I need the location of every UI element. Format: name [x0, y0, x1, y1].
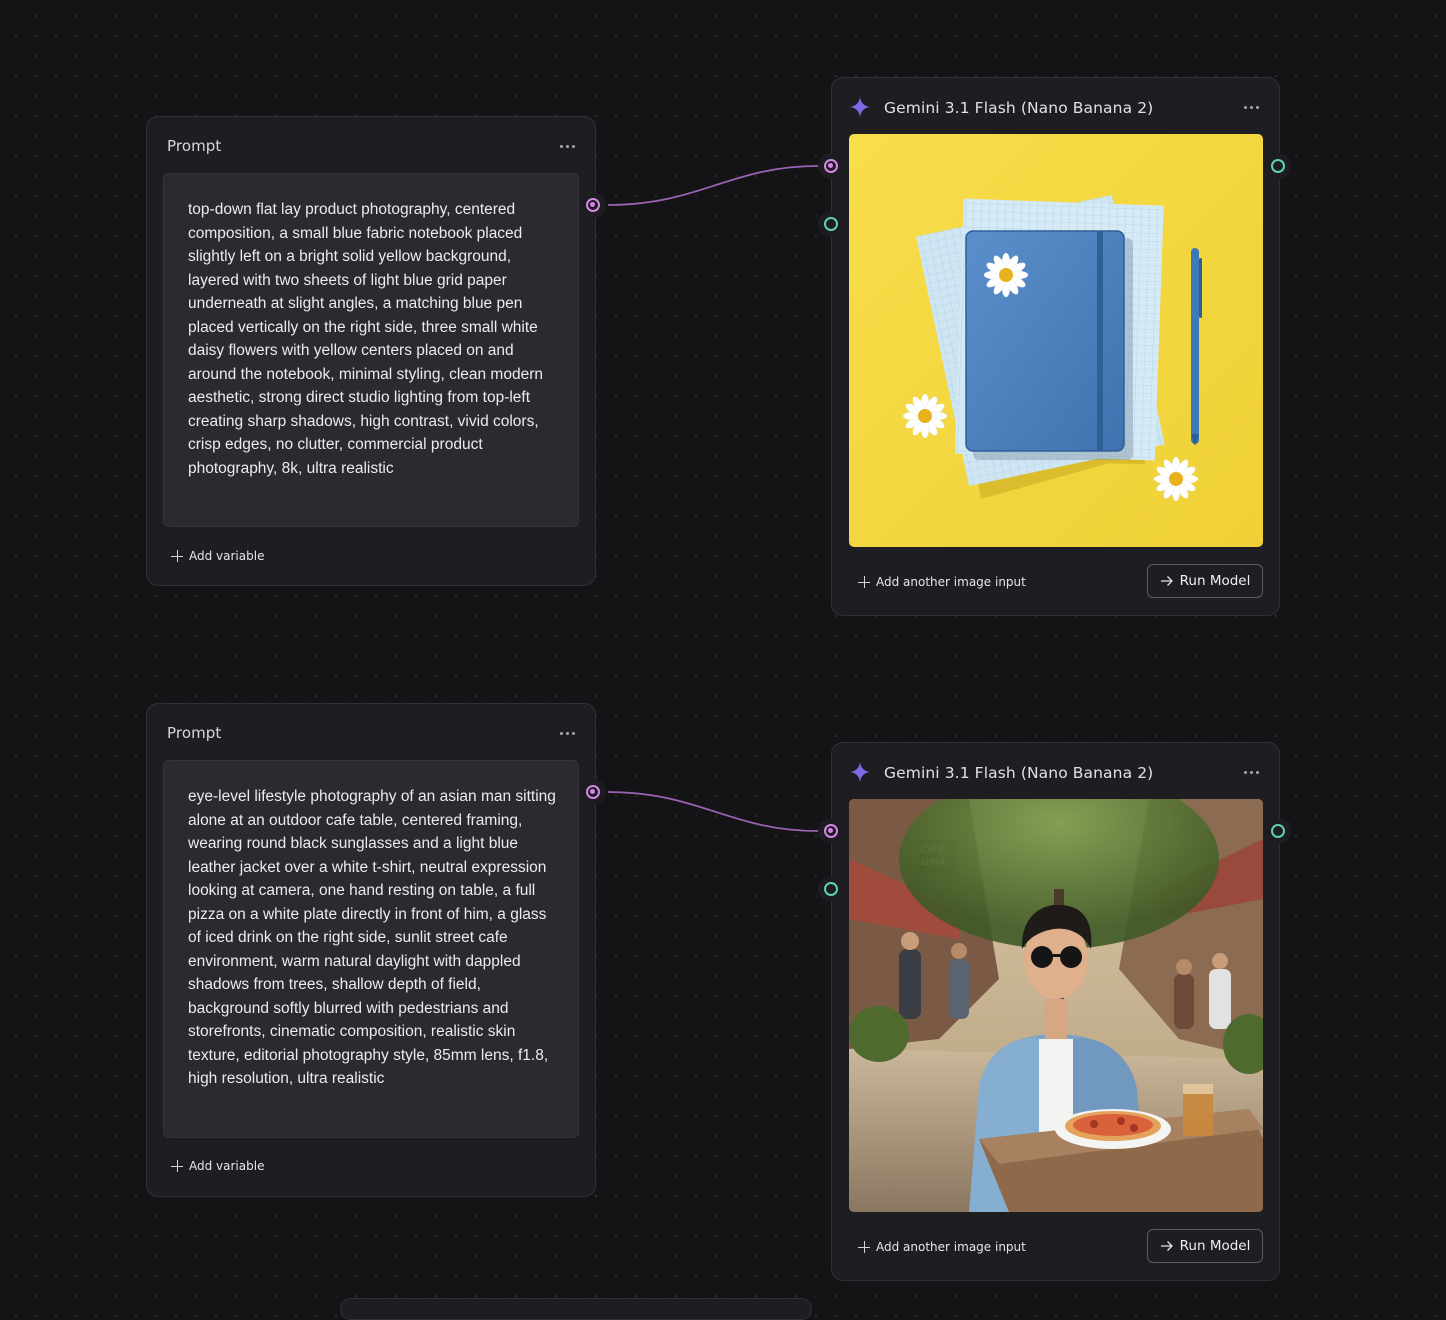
- model-1-output-port[interactable]: [1265, 153, 1291, 179]
- run-model-label: Run Model: [1179, 573, 1251, 589]
- model-title: Gemini 3.1 Flash (Nano Banana 2): [884, 99, 1154, 117]
- prompt-node-1[interactable]: Prompt top-down flat lay product photogr…: [146, 116, 596, 586]
- prompt-node-2[interactable]: Prompt eye-level lifestyle photography o…: [146, 703, 596, 1197]
- partial-node-below[interactable]: [340, 1298, 812, 1320]
- model-2-image-input-port[interactable]: [818, 876, 844, 902]
- model-node-1[interactable]: Gemini 3.1 Flash (Nano Banana 2) Add ano…: [831, 77, 1280, 616]
- prompt-1-output-port[interactable]: [580, 192, 606, 218]
- prompt-2-output-port[interactable]: [580, 779, 606, 805]
- generated-image[interactable]: CAFÉ LUNA: [849, 799, 1263, 1212]
- add-variable-button[interactable]: Add variable: [171, 1156, 264, 1176]
- more-horizontal-icon[interactable]: [1237, 760, 1265, 784]
- run-model-label: Run Model: [1179, 1238, 1251, 1254]
- node-header: Prompt: [147, 704, 595, 762]
- model-title: Gemini 3.1 Flash (Nano Banana 2): [884, 764, 1154, 782]
- plus-icon: [858, 1241, 870, 1253]
- add-image-label: Add another image input: [876, 1240, 1026, 1254]
- add-variable-label: Add variable: [189, 549, 265, 563]
- add-image-label: Add another image input: [876, 575, 1026, 589]
- prompt-textarea[interactable]: eye-level lifestyle photography of an as…: [163, 760, 579, 1138]
- more-horizontal-icon[interactable]: [553, 134, 581, 158]
- model-node-2[interactable]: Gemini 3.1 Flash (Nano Banana 2) Add ano…: [831, 742, 1280, 1281]
- model-2-output-port[interactable]: [1265, 818, 1291, 844]
- more-horizontal-icon[interactable]: [1237, 95, 1265, 119]
- run-model-button[interactable]: Run Model: [1147, 1229, 1263, 1263]
- notebook-image-illustration: [849, 134, 1263, 547]
- sparkle-icon: [849, 761, 871, 783]
- add-image-input-button[interactable]: Add another image input: [858, 1237, 1026, 1257]
- generated-image[interactable]: [849, 134, 1263, 547]
- model-1-prompt-input-port[interactable]: [818, 153, 844, 179]
- add-image-input-button[interactable]: Add another image input: [858, 572, 1026, 592]
- node-header: Prompt: [147, 117, 595, 175]
- node-title: Prompt: [167, 724, 222, 742]
- plus-icon: [171, 1160, 183, 1172]
- add-variable-label: Add variable: [189, 1159, 265, 1173]
- sparkle-icon: [849, 96, 871, 118]
- cafe-image-illustration: CAFÉ LUNA: [849, 799, 1263, 1212]
- node-header: Gemini 3.1 Flash (Nano Banana 2): [832, 78, 1279, 136]
- add-variable-button[interactable]: Add variable: [171, 546, 264, 566]
- node-title: Prompt: [167, 137, 222, 155]
- arrow-right-icon: [1160, 576, 1173, 586]
- model-1-image-input-port[interactable]: [818, 211, 844, 237]
- node-header: Gemini 3.1 Flash (Nano Banana 2): [832, 743, 1279, 801]
- arrow-right-icon: [1160, 1241, 1173, 1251]
- model-2-prompt-input-port[interactable]: [818, 818, 844, 844]
- plus-icon: [171, 550, 183, 562]
- edge-prompt1-to-model1: [607, 165, 819, 206]
- more-horizontal-icon[interactable]: [553, 721, 581, 745]
- workflow-canvas[interactable]: Prompt top-down flat lay product photogr…: [0, 0, 1446, 1320]
- edge-prompt2-to-model2: [607, 791, 819, 832]
- prompt-textarea[interactable]: top-down flat lay product photography, c…: [163, 173, 579, 527]
- run-model-button[interactable]: Run Model: [1147, 564, 1263, 598]
- plus-icon: [858, 576, 870, 588]
